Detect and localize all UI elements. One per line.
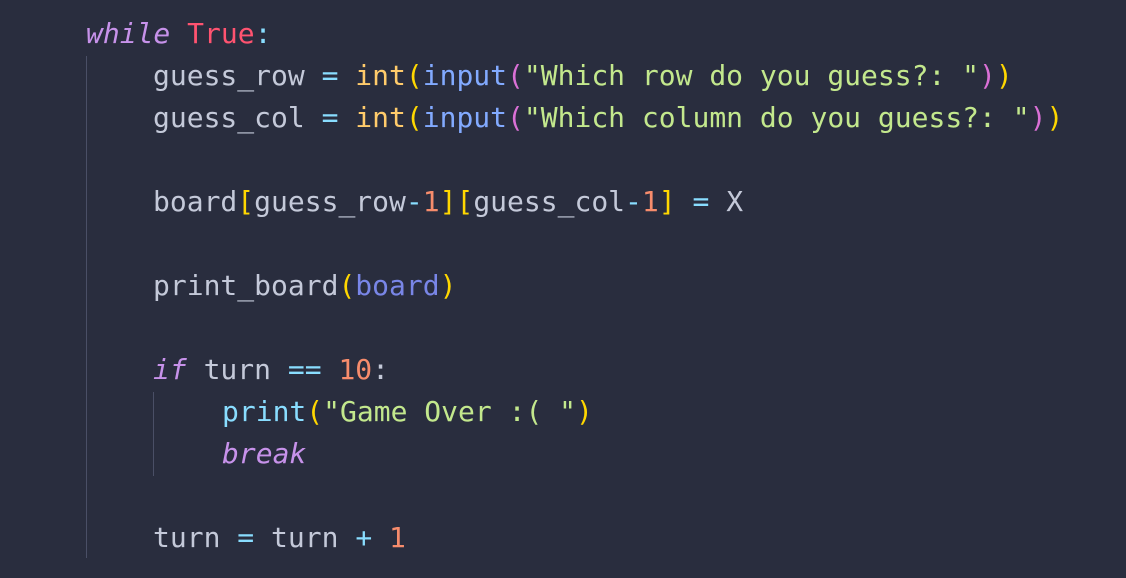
indent-guide bbox=[86, 56, 87, 558]
string: "Which column do you guess?: " bbox=[523, 101, 1030, 134]
paren: ( bbox=[507, 101, 524, 134]
operator: = bbox=[321, 59, 339, 92]
identifier: turn bbox=[271, 521, 339, 554]
bracket: [ bbox=[456, 185, 474, 218]
operator: = bbox=[692, 185, 710, 218]
code-line-1[interactable]: while True: bbox=[86, 13, 271, 55]
keyword: if bbox=[153, 353, 187, 386]
paren: ) bbox=[1046, 101, 1064, 134]
code-line-9[interactable]: if turn == 10: bbox=[153, 349, 389, 391]
identifier: turn bbox=[203, 353, 272, 386]
argument: board bbox=[355, 269, 440, 302]
code-line-11[interactable]: break bbox=[222, 433, 306, 475]
paren: ) bbox=[439, 269, 457, 302]
paren: ( bbox=[507, 59, 524, 92]
builtin: int bbox=[355, 59, 406, 92]
paren: ( bbox=[405, 101, 423, 134]
function: print bbox=[222, 395, 307, 428]
code-line-7[interactable]: print_board(board) bbox=[153, 265, 456, 307]
builtin: int bbox=[355, 101, 406, 134]
punctuation: : bbox=[254, 17, 272, 50]
punctuation: : bbox=[372, 353, 390, 386]
bracket: ] bbox=[658, 185, 676, 218]
code-line-13[interactable]: turn = turn + 1 bbox=[153, 517, 406, 559]
operator: = bbox=[237, 521, 255, 554]
number: 10 bbox=[338, 353, 373, 386]
string: "Game Over :( " bbox=[323, 395, 577, 428]
operator: == bbox=[287, 353, 322, 386]
literal: True bbox=[187, 17, 255, 50]
code-line-10[interactable]: print("Game Over :( ") bbox=[222, 391, 593, 433]
paren: ( bbox=[338, 269, 356, 302]
keyword: break bbox=[222, 437, 307, 470]
identifier: guess_col bbox=[473, 185, 626, 218]
identifier: X bbox=[726, 185, 744, 218]
code-line-3[interactable]: guess_col = int(input("Which column do y… bbox=[153, 97, 1063, 139]
operator: - bbox=[405, 185, 423, 218]
bracket: ] bbox=[439, 185, 457, 218]
function: input bbox=[422, 59, 508, 92]
identifier: guess_col bbox=[153, 101, 305, 134]
string: "Which row do you guess?: " bbox=[523, 59, 980, 92]
code-editor[interactable]: while True: guess_row = int(input("Which… bbox=[0, 0, 1126, 578]
identifier: guess_row bbox=[153, 59, 305, 92]
number: 1 bbox=[389, 521, 406, 554]
number: 1 bbox=[422, 185, 440, 218]
identifier: guess_row bbox=[254, 185, 406, 218]
paren: ) bbox=[995, 59, 1013, 92]
paren: ) bbox=[1029, 101, 1047, 134]
indent-guide bbox=[153, 392, 154, 476]
code-line-5[interactable]: board[guess_row-1][guess_col-1] = X bbox=[153, 181, 743, 223]
operator: - bbox=[625, 185, 642, 218]
number: 1 bbox=[641, 185, 659, 218]
bracket: [ bbox=[237, 185, 255, 218]
function: input bbox=[422, 101, 508, 134]
identifier: turn bbox=[153, 521, 221, 554]
paren: ( bbox=[306, 395, 324, 428]
function: print_board bbox=[153, 269, 339, 302]
paren: ( bbox=[405, 59, 423, 92]
operator: = bbox=[321, 101, 339, 134]
keyword: while bbox=[86, 17, 171, 50]
identifier: board bbox=[153, 185, 238, 218]
paren: ) bbox=[576, 395, 593, 428]
paren: ) bbox=[979, 59, 996, 92]
operator: + bbox=[355, 521, 373, 554]
code-line-2[interactable]: guess_row = int(input("Which row do you … bbox=[153, 55, 1013, 97]
